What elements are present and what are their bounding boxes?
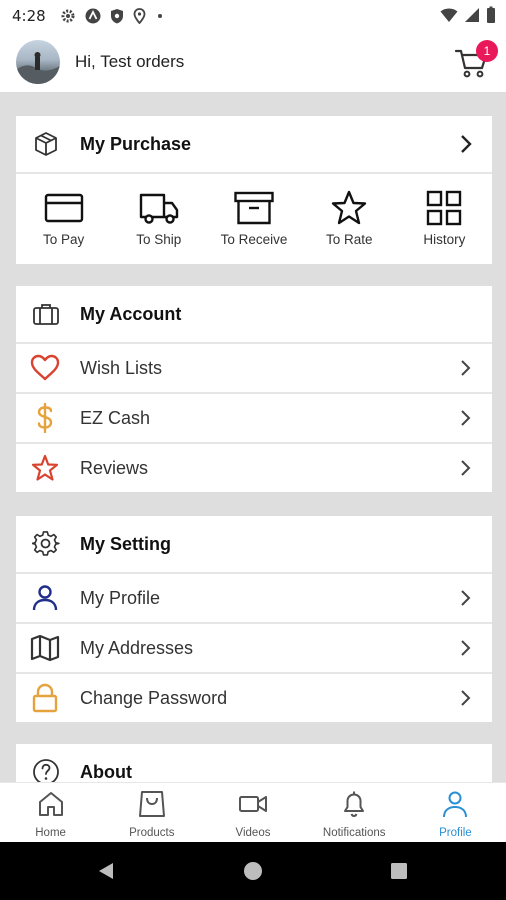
reviews-row[interactable]: Reviews (16, 444, 492, 492)
chevron-right-icon (461, 590, 471, 606)
chevron-right-icon (461, 360, 471, 376)
settings-card: My Setting My Profile My Addresses Chang… (16, 516, 492, 722)
order-label: To Ship (136, 232, 182, 247)
nav-profile[interactable]: Profile (405, 783, 506, 843)
purchase-card: My Purchase To Pay To Ship To Receive To… (16, 116, 492, 264)
system-nav-bar (0, 842, 506, 900)
greeting-text: Hi, Test orders (75, 52, 185, 71)
wifi-icon (440, 8, 458, 22)
avatar-photo (16, 52, 60, 84)
status-notification-icons (60, 8, 165, 24)
order-to-pay[interactable]: To Pay (16, 174, 111, 264)
nav-label: Videos (235, 827, 271, 839)
chevron-right-icon (461, 690, 471, 706)
user-icon (443, 791, 468, 818)
nav-label: Products (129, 827, 175, 839)
back-icon[interactable] (96, 861, 116, 881)
dollar-icon (37, 403, 53, 433)
order-to-rate[interactable]: To Rate (302, 174, 397, 264)
settings-gear-icon (61, 9, 75, 23)
shield-icon (110, 9, 123, 24)
my-addresses-row[interactable]: My Addresses (16, 624, 492, 674)
reviews-label: Reviews (80, 457, 149, 478)
my-addresses-label: My Addresses (80, 637, 194, 658)
wish-lists-row[interactable]: Wish Lists (16, 344, 492, 394)
order-label: To Receive (220, 232, 288, 247)
chevron-right-icon (461, 135, 472, 153)
about-header[interactable]: About (16, 744, 492, 782)
map-icon (30, 634, 60, 662)
settings-title: My Setting (80, 533, 172, 554)
change-password-label: Change Password (80, 687, 228, 708)
status-bar: 4:28 (0, 0, 506, 32)
heart-icon (30, 354, 60, 381)
nav-videos[interactable]: Videos (202, 783, 303, 843)
bell-icon (344, 791, 365, 818)
home-icon (38, 792, 63, 816)
order-history[interactable]: History (397, 174, 492, 264)
purchase-title: My Purchase (80, 133, 192, 154)
order-label: To Rate (325, 232, 373, 247)
cart-badge: 1 (476, 40, 498, 62)
help-circle-icon (33, 759, 59, 782)
nav-label: Home (35, 827, 66, 839)
wish-lists-label: Wish Lists (80, 357, 163, 378)
location-icon (133, 8, 146, 24)
home-circle-icon[interactable] (243, 861, 263, 881)
star-icon (31, 454, 59, 481)
about-title: About (80, 761, 132, 782)
shopping-bag-icon (138, 791, 165, 817)
change-password-row[interactable]: Change Password (16, 674, 492, 722)
ez-cash-row[interactable]: EZ Cash (16, 394, 492, 444)
nav-label: Profile (439, 827, 472, 839)
ez-cash-label: EZ Cash (80, 407, 151, 428)
credit-card-icon (44, 193, 83, 223)
lock-icon (32, 683, 58, 713)
grid-icon (427, 190, 462, 226)
user-icon (32, 585, 58, 611)
star-icon (332, 190, 367, 225)
status-time: 4:28 (12, 7, 46, 25)
status-system-icons (440, 6, 496, 24)
avatar[interactable] (16, 40, 60, 84)
nav-products[interactable]: Products (101, 783, 202, 843)
chevron-right-icon (461, 410, 471, 426)
bottom-nav: Home Products Videos Notifications Profi… (0, 782, 506, 843)
package-icon (35, 132, 57, 156)
profile-header: Hi, Test orders (0, 32, 506, 92)
nav-label: Notifications (322, 827, 386, 839)
about-card[interactable]: About (16, 744, 492, 782)
chevron-right-icon (461, 460, 471, 476)
account-header: My Account (16, 286, 492, 344)
video-camera-icon (239, 796, 267, 812)
order-label: History (423, 232, 466, 247)
account-title: My Account (80, 303, 182, 324)
order-status-list: To Pay To Ship To Receive To Rate Histor… (16, 174, 492, 264)
profile-content[interactable]: My Purchase To Pay To Ship To Receive To… (0, 92, 506, 782)
recents-square-icon[interactable] (390, 862, 408, 880)
gear-icon (32, 531, 60, 556)
purchase-header[interactable]: My Purchase (16, 116, 492, 174)
order-to-ship[interactable]: To Ship (111, 174, 206, 264)
settings-header: My Setting (16, 516, 492, 574)
archive-box-icon (234, 191, 274, 225)
account-card: My Account Wish Lists EZ Cash Reviews (16, 286, 492, 492)
my-profile-row[interactable]: My Profile (16, 574, 492, 624)
truck-icon (139, 193, 178, 224)
battery-icon (487, 6, 495, 23)
briefcase-icon (33, 304, 59, 325)
app-notification-icon (85, 8, 101, 24)
my-profile-label: My Profile (80, 587, 161, 608)
order-to-receive[interactable]: To Receive (206, 174, 301, 264)
dot-icon (157, 14, 162, 18)
nav-home[interactable]: Home (0, 783, 101, 843)
nav-notifications[interactable]: Notifications (304, 783, 405, 843)
signal-icon (465, 8, 479, 22)
order-label: To Pay (42, 232, 85, 247)
chevron-right-icon (461, 640, 471, 656)
